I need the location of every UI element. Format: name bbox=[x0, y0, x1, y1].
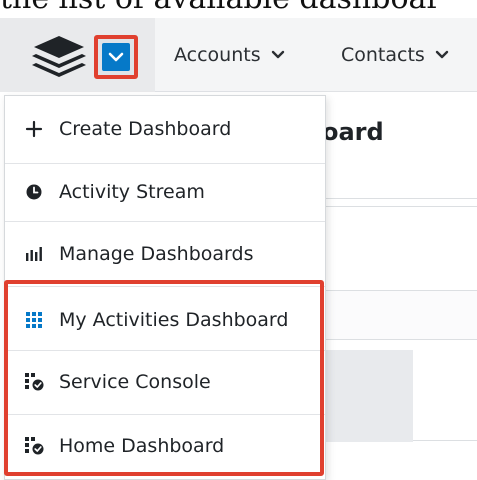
menu-item-label: Home Dashboard bbox=[59, 435, 225, 457]
menu-item-label: My Activities Dashboard bbox=[59, 309, 289, 331]
menu-item-home-dashboard[interactable]: Home Dashboard bbox=[5, 418, 325, 474]
nav-tab-label: Accounts bbox=[174, 44, 261, 66]
menu-item-service-console[interactable]: Service Console bbox=[5, 354, 325, 410]
divider bbox=[325, 198, 477, 199]
menu-divider bbox=[5, 350, 325, 351]
menu-item-label: Manage Dashboards bbox=[59, 243, 254, 265]
bar-chart-icon bbox=[23, 243, 45, 265]
menu-item-create-dashboard[interactable]: Create Dashboard bbox=[5, 104, 325, 154]
menu-item-activity-stream[interactable]: Activity Stream bbox=[5, 164, 325, 220]
dashboard-menu-toggle-button[interactable] bbox=[94, 35, 138, 79]
caption-text: the list of available dashboar bbox=[0, 0, 477, 16]
checklist-icon bbox=[23, 435, 45, 457]
chevron-down-icon bbox=[435, 50, 449, 59]
chevron-down-icon bbox=[102, 43, 130, 71]
nav-tab-label: Contacts bbox=[341, 44, 425, 66]
clock-icon bbox=[23, 181, 45, 203]
checklist-icon bbox=[23, 371, 45, 393]
menu-item-label: Create Dashboard bbox=[59, 118, 232, 140]
menu-divider bbox=[5, 221, 325, 222]
content-bar bbox=[325, 290, 477, 340]
plus-icon bbox=[23, 118, 45, 140]
top-navbar: Accounts Contacts bbox=[0, 18, 477, 92]
grid-icon bbox=[23, 309, 45, 331]
nav-tab-accounts[interactable]: Accounts bbox=[174, 18, 285, 92]
page-title: oard bbox=[322, 118, 384, 146]
chevron-down-icon bbox=[271, 50, 284, 59]
nav-tab-contacts[interactable]: Contacts bbox=[341, 18, 449, 92]
menu-item-label: Service Console bbox=[59, 371, 211, 393]
layers-stack-icon[interactable] bbox=[28, 34, 90, 78]
divider bbox=[325, 206, 477, 207]
menu-divider bbox=[5, 286, 325, 287]
dashboard-dropdown-menu: Create Dashboard Activity Stream Manage … bbox=[4, 95, 326, 480]
menu-item-my-activities-dashboard[interactable]: My Activities Dashboard bbox=[5, 292, 325, 348]
menu-divider bbox=[5, 414, 325, 415]
menu-item-manage-dashboards[interactable]: Manage Dashboards bbox=[5, 226, 325, 282]
divider bbox=[413, 440, 477, 441]
menu-item-label: Activity Stream bbox=[59, 181, 205, 203]
content-block bbox=[325, 350, 413, 442]
